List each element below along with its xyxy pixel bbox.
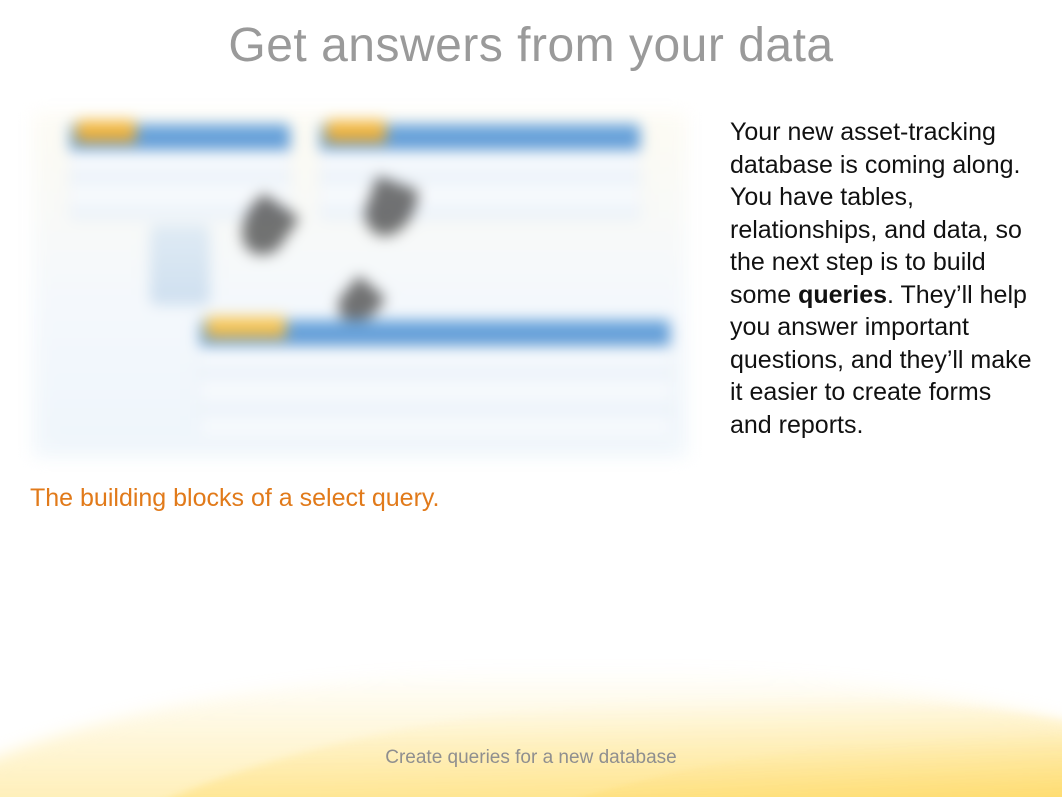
- body-text-bold: queries: [798, 281, 887, 309]
- query-illustration: [30, 110, 690, 460]
- left-column: The building blocks of a select query.: [30, 110, 690, 513]
- content-area: The building blocks of a select query. Y…: [30, 110, 1032, 513]
- right-column: Your new asset-tracking database is comi…: [730, 110, 1032, 513]
- illustration-caption: The building blocks of a select query.: [30, 484, 690, 513]
- body-paragraph: Your new asset-tracking database is comi…: [730, 110, 1032, 441]
- footer-text: Create queries for a new database: [0, 747, 1062, 769]
- result-table-graphic: [200, 320, 670, 436]
- slide: Get answers from your data The building …: [0, 0, 1062, 797]
- slide-title: Get answers from your data: [0, 18, 1062, 73]
